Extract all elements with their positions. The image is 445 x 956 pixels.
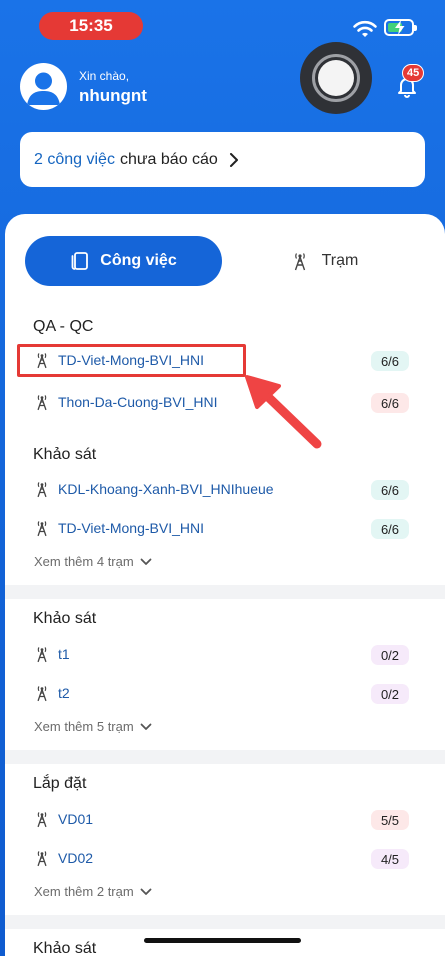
status-time: 15:35 xyxy=(39,12,143,40)
chevron-down-icon xyxy=(140,558,152,565)
show-more-label: Xem thêm 2 trạm xyxy=(34,884,134,899)
record-button[interactable] xyxy=(300,42,372,114)
user-icon xyxy=(27,72,60,105)
show-more-button[interactable]: Xem thêm 5 trạm xyxy=(34,719,152,734)
show-more-button[interactable]: Xem thêm 4 trạm xyxy=(34,554,152,569)
battery-icon xyxy=(384,19,417,36)
station-progress: 6/6 xyxy=(371,519,409,539)
task-icon xyxy=(71,252,89,270)
tower-icon xyxy=(37,647,47,663)
tower-icon xyxy=(37,521,47,537)
station-item[interactable]: t1 xyxy=(35,643,70,665)
tab-tasks-label: Công việc xyxy=(100,252,177,269)
tower-icon xyxy=(37,686,47,702)
unreported-tasks-card[interactable]: 2 công việc chưa báo cáo xyxy=(20,132,425,187)
show-more-label: Xem thêm 4 trạm xyxy=(34,554,134,569)
station-progress: 5/5 xyxy=(371,810,409,830)
app-screen: 15:35 Xin chào, nhungnt 45 2 công việc c… xyxy=(0,0,445,956)
section-title: Khảo sát xyxy=(33,940,97,956)
username-text: nhungnt xyxy=(79,86,147,105)
station-item[interactable]: Thon-Da-Cuong-BVI_HNI xyxy=(35,391,218,413)
section-title: Khảo sát xyxy=(33,610,97,627)
station-item[interactable]: TD-Viet-Mong-BVI_HNI xyxy=(35,517,204,539)
station-progress: 0/2 xyxy=(371,645,409,665)
highlight-box xyxy=(17,344,246,377)
section-title: QA - QC xyxy=(33,318,94,335)
chevron-right-icon xyxy=(229,152,238,167)
tower-icon xyxy=(37,482,47,498)
station-name: KDL-Khoang-Xanh-BVI_HNIhueue xyxy=(58,481,274,497)
chevron-down-icon xyxy=(140,723,152,730)
section-title: Lắp đặt xyxy=(33,775,87,792)
section-divider xyxy=(5,915,445,929)
home-indicator[interactable] xyxy=(144,938,301,943)
station-progress: 6/6 xyxy=(371,480,409,500)
tower-icon xyxy=(294,253,305,271)
show-more-label: Xem thêm 5 trạm xyxy=(34,719,134,734)
tower-icon xyxy=(37,851,47,867)
unreported-count: 2 công việc xyxy=(34,150,115,168)
avatar[interactable] xyxy=(20,63,67,110)
main-panel: Công việc Trạm QA - QC TD-Viet-Mong-BVI_… xyxy=(5,214,445,956)
pointer-arrow-icon xyxy=(245,375,322,449)
station-progress: 6/6 xyxy=(371,351,409,371)
wifi-icon xyxy=(353,20,377,37)
station-name: t2 xyxy=(58,685,70,701)
greeting-text: Xin chào, xyxy=(79,69,130,83)
record-ring xyxy=(312,54,360,102)
station-progress: 4/5 xyxy=(371,849,409,869)
station-item[interactable]: VD01 xyxy=(35,808,93,830)
record-dot xyxy=(318,60,354,96)
station-name: TD-Viet-Mong-BVI_HNI xyxy=(58,520,205,536)
section-divider xyxy=(5,750,445,764)
chevron-down-icon xyxy=(140,888,152,895)
station-item[interactable]: KDL-Khoang-Xanh-BVI_HNIhueue xyxy=(35,478,274,500)
tab-stations[interactable]: Trạm xyxy=(235,236,415,286)
station-item[interactable]: VD02 xyxy=(35,847,93,869)
station-name: VD01 xyxy=(58,811,94,827)
notification-badge: 45 xyxy=(402,64,425,82)
station-item[interactable]: t2 xyxy=(35,682,70,704)
station-name: Thon-Da-Cuong-BVI_HNI xyxy=(58,394,218,410)
unreported-label: chưa báo cáo xyxy=(119,150,218,168)
tower-icon xyxy=(37,395,47,411)
station-progress: 0/2 xyxy=(371,684,409,704)
show-more-button[interactable]: Xem thêm 2 trạm xyxy=(34,884,152,899)
section-divider xyxy=(5,585,445,599)
station-progress: 6/6 xyxy=(371,393,409,413)
tower-icon xyxy=(37,812,47,828)
station-name: t1 xyxy=(58,646,70,662)
tab-tasks[interactable]: Công việc xyxy=(25,236,222,286)
tab-stations-label: Trạm xyxy=(321,252,359,269)
station-name: VD02 xyxy=(58,850,94,866)
section-title: Khảo sát xyxy=(33,446,97,463)
